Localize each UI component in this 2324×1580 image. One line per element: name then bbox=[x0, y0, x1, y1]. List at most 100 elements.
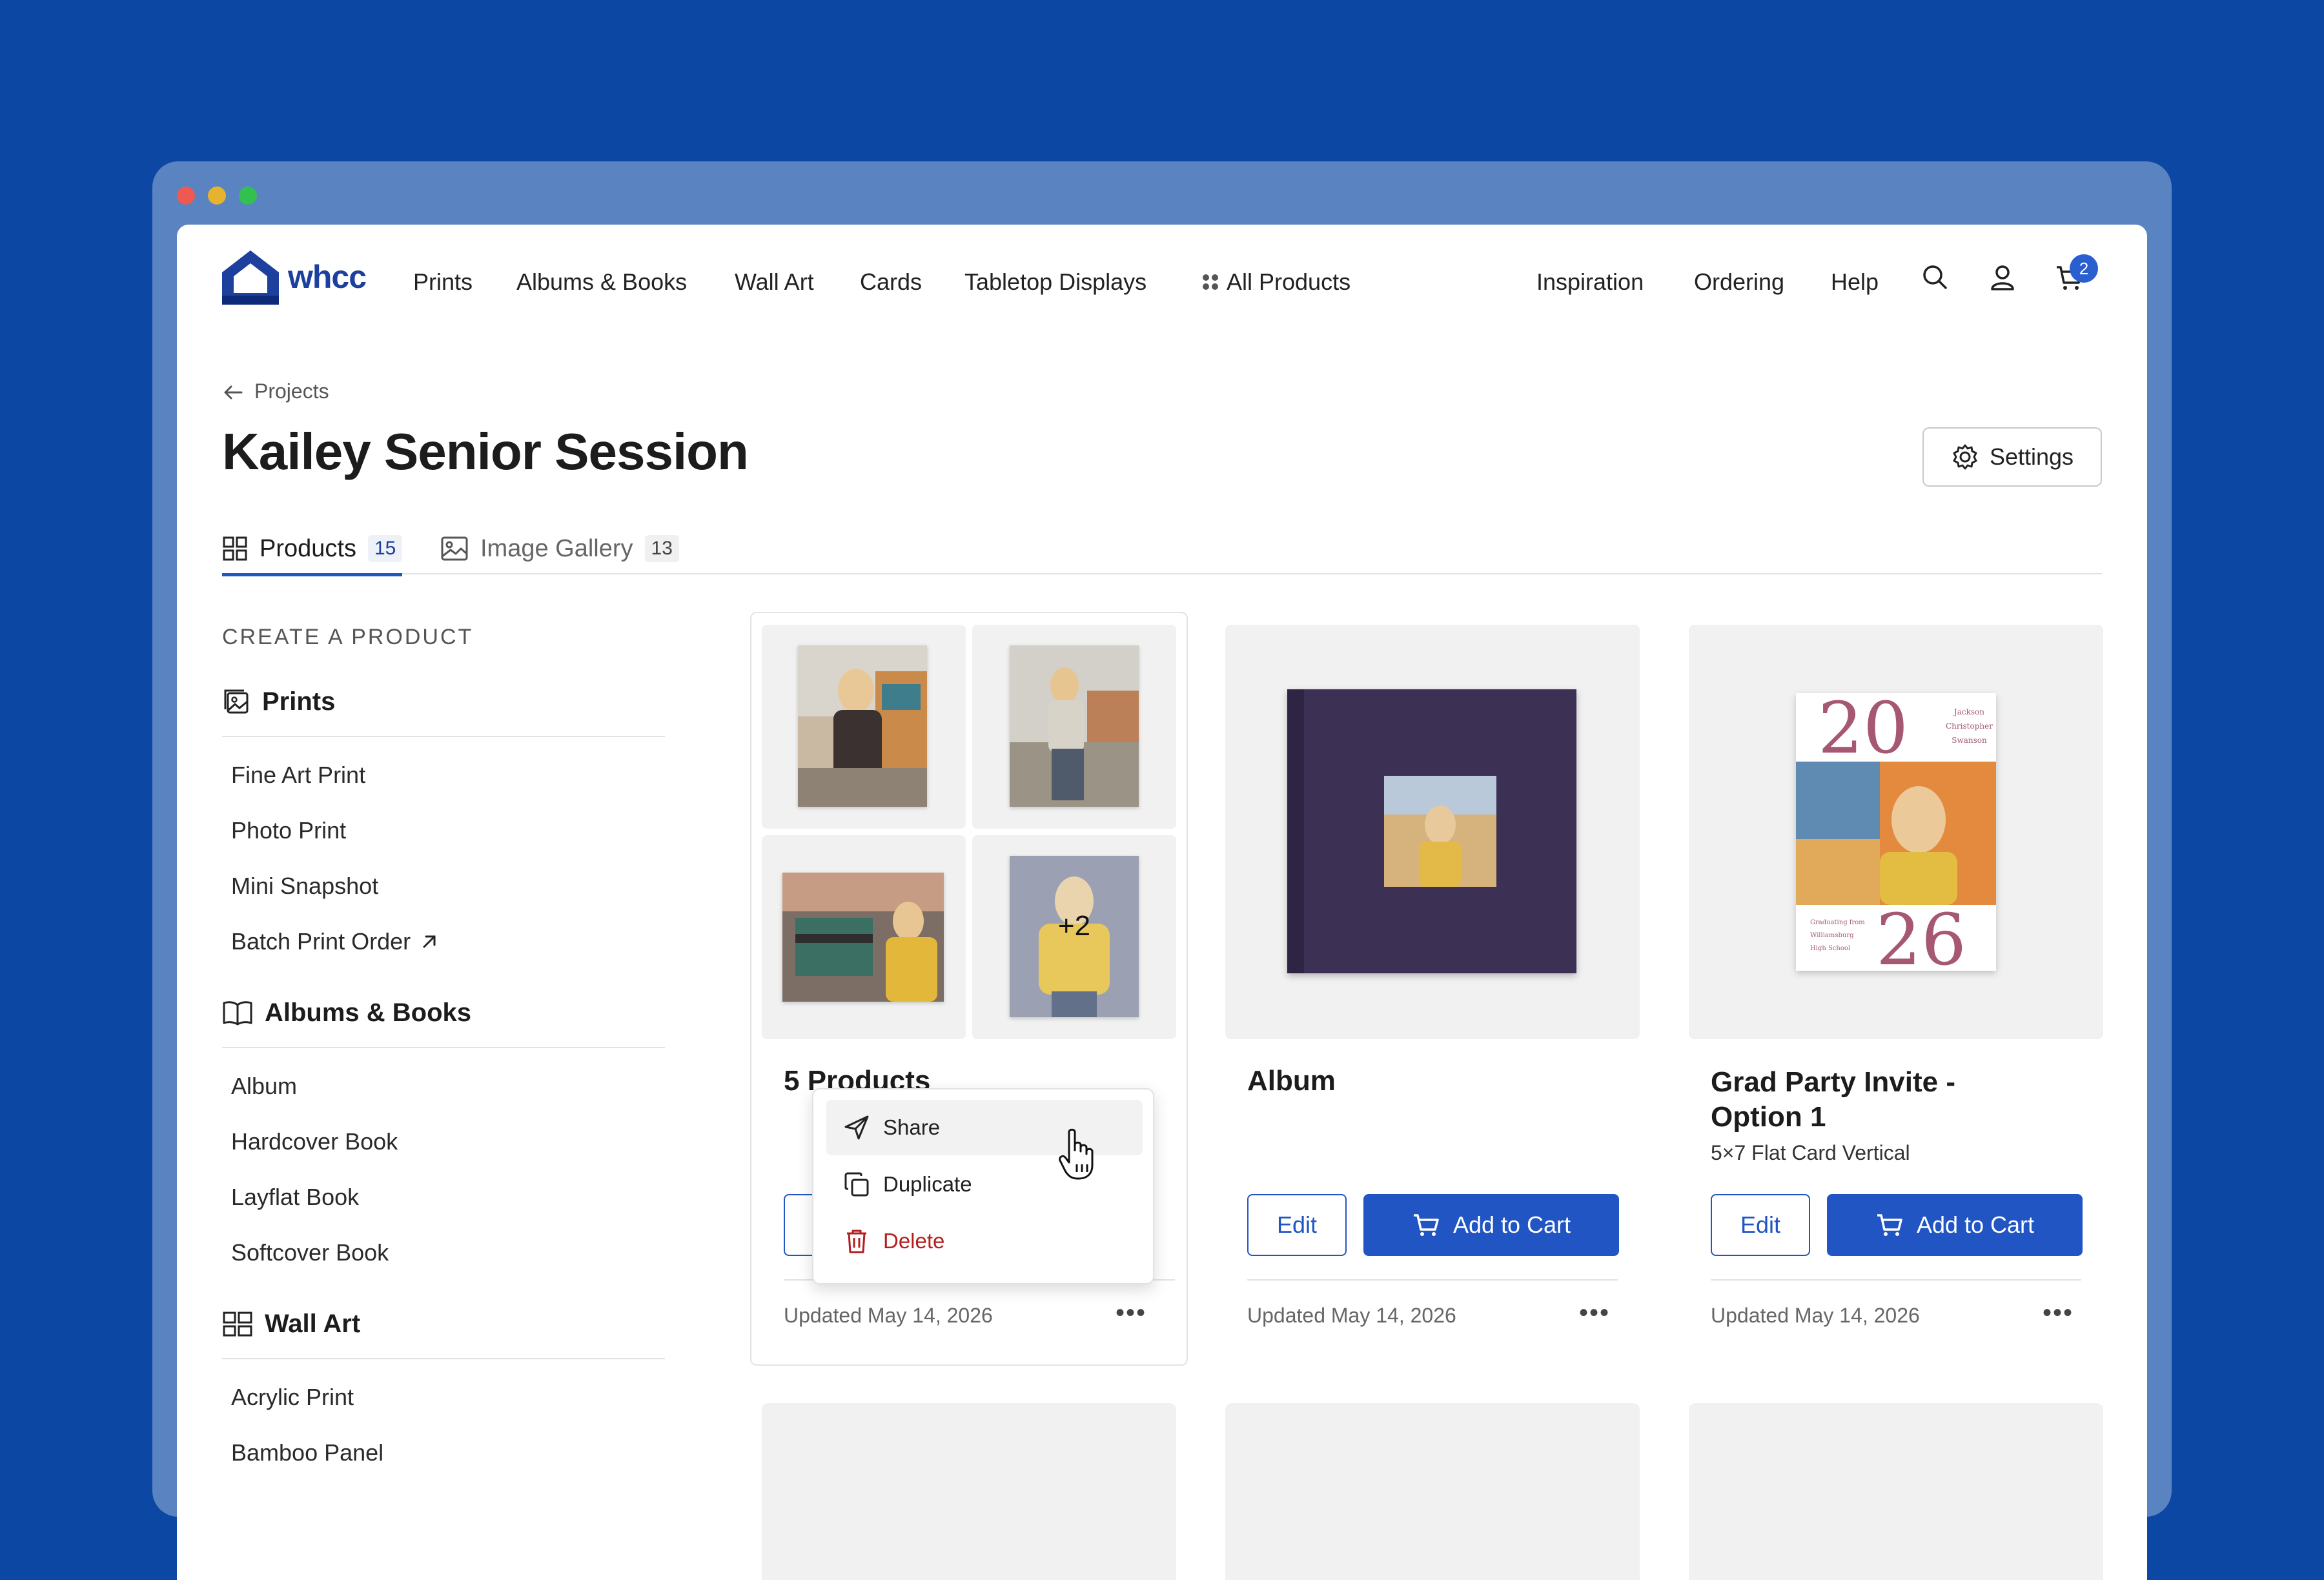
more-options-button[interactable]: ••• bbox=[2043, 1299, 2074, 1328]
context-menu: Share Duplicate Delete bbox=[812, 1088, 1154, 1284]
more-options-button[interactable]: ••• bbox=[1579, 1299, 1610, 1328]
page-title: Kailey Senior Session bbox=[222, 423, 749, 480]
card-updated-invite: Updated May 14, 2026 bbox=[1711, 1304, 1920, 1327]
maximize-window-dot[interactable] bbox=[239, 187, 257, 205]
card-divider bbox=[1711, 1279, 2081, 1281]
account-icon[interactable] bbox=[1986, 261, 2019, 294]
grid-dots-icon bbox=[1203, 274, 1218, 290]
menu-item-delete-label: Delete bbox=[883, 1229, 945, 1253]
hand-cursor-icon bbox=[1059, 1128, 1094, 1180]
card-title-invite: Grad Party Invite - Option 1 bbox=[1711, 1066, 1956, 1133]
create-product-heading: CREATE A PRODUCT bbox=[222, 625, 474, 649]
close-window-dot[interactable] bbox=[177, 187, 195, 205]
album-cover bbox=[1287, 689, 1576, 973]
page: whcc Prints Albums & Books Wall Art Card… bbox=[177, 225, 2147, 1580]
nav-tabletop-displays[interactable]: Tabletop Displays bbox=[964, 268, 1147, 296]
menu-item-share-label: Share bbox=[883, 1115, 941, 1139]
tab-products-count: 15 bbox=[367, 535, 403, 562]
cart-icon bbox=[1877, 1214, 1902, 1236]
nav-cards[interactable]: Cards bbox=[860, 268, 922, 296]
image-icon bbox=[441, 536, 468, 561]
cart-icon bbox=[1413, 1214, 1439, 1236]
search-icon[interactable] bbox=[1919, 261, 1952, 294]
category-albums-books-label: Albums & Books bbox=[265, 998, 472, 1027]
category-divider bbox=[222, 1047, 665, 1048]
invite-photo bbox=[1796, 762, 1996, 905]
logo-text[interactable]: whcc bbox=[288, 258, 367, 296]
nav-albums-books[interactable]: Albums & Books bbox=[516, 268, 687, 296]
nav-wall-art[interactable]: Wall Art bbox=[735, 268, 814, 296]
invite-footer-line: Williamsburg bbox=[1810, 932, 1854, 939]
more-options-button[interactable]: ••• bbox=[1116, 1299, 1147, 1328]
sidebar-item-batch-print-order[interactable]: Batch Print Order bbox=[231, 928, 439, 955]
nav-all-products[interactable]: All Products bbox=[1201, 268, 1351, 296]
invite-card: 20 Jackson Christopher Swanson Graduatin… bbox=[1796, 693, 1996, 971]
tab-image-gallery-label: Image Gallery bbox=[480, 534, 633, 562]
invite-names: Jackson Christopher Swanson bbox=[1946, 705, 1993, 747]
category-divider bbox=[222, 736, 665, 737]
invite-name-line: Christopher bbox=[1946, 722, 1993, 731]
product-card-placeholder[interactable] bbox=[1689, 1403, 2103, 1580]
settings-label: Settings bbox=[1989, 443, 2074, 470]
category-prints[interactable]: Prints bbox=[222, 687, 335, 716]
edit-button-album[interactable]: Edit bbox=[1247, 1194, 1347, 1256]
category-divider bbox=[222, 1358, 665, 1359]
tabs-divider bbox=[222, 573, 2102, 574]
prints-icon bbox=[224, 689, 249, 714]
wall-art-icon bbox=[223, 1312, 252, 1337]
sidebar-item-layflat-book[interactable]: Layflat Book bbox=[231, 1184, 359, 1211]
edit-button-invite[interactable]: Edit bbox=[1711, 1194, 1810, 1256]
portrait-photo bbox=[1010, 645, 1139, 807]
category-albums-books[interactable]: Albums & Books bbox=[222, 998, 471, 1028]
product-card-placeholder[interactable] bbox=[1225, 1403, 1640, 1580]
invite-image: 20 Jackson Christopher Swanson Graduatin… bbox=[1689, 625, 2103, 1039]
edit-button-partial[interactable] bbox=[784, 1194, 816, 1256]
category-wall-art[interactable]: Wall Art bbox=[222, 1309, 360, 1339]
sidebar-item-acrylic-print[interactable]: Acrylic Print bbox=[231, 1384, 354, 1411]
invite-year-top: 20 bbox=[1818, 693, 1908, 769]
tab-products-label: Products bbox=[260, 534, 356, 562]
sidebar-item-mini-snapshot[interactable]: Mini Snapshot bbox=[231, 873, 378, 900]
bundle-thumb-4: +2 bbox=[972, 835, 1176, 1039]
settings-button[interactable]: Settings bbox=[1922, 427, 2102, 487]
menu-item-duplicate-label: Duplicate bbox=[883, 1172, 972, 1196]
sidebar-item-hardcover-book[interactable]: Hardcover Book bbox=[231, 1128, 398, 1155]
sidebar-item-fine-art-print[interactable]: Fine Art Print bbox=[231, 762, 365, 789]
nav-ordering[interactable]: Ordering bbox=[1694, 268, 1784, 296]
add-to-cart-label: Add to Cart bbox=[1916, 1211, 2035, 1238]
card-updated-bundle: Updated May 14, 2026 bbox=[784, 1304, 993, 1327]
category-prints-label: Prints bbox=[262, 687, 336, 716]
add-to-cart-button-album[interactable]: Add to Cart bbox=[1363, 1194, 1619, 1256]
tab-image-gallery-count: 13 bbox=[644, 535, 679, 562]
sidebar-item-softcover-book[interactable]: Softcover Book bbox=[231, 1239, 389, 1266]
nav-all-products-label: All Products bbox=[1227, 268, 1351, 295]
tab-image-gallery[interactable]: Image Gallery 13 bbox=[440, 524, 679, 573]
add-to-cart-button-invite[interactable]: Add to Cart bbox=[1827, 1194, 2083, 1256]
sidebar-item-photo-print[interactable]: Photo Print bbox=[231, 817, 346, 844]
nav-help[interactable]: Help bbox=[1831, 268, 1879, 296]
trash-icon bbox=[847, 1230, 866, 1253]
card-updated-album: Updated May 14, 2026 bbox=[1247, 1304, 1456, 1327]
send-icon bbox=[844, 1115, 869, 1140]
invite-footer-line: Graduating from bbox=[1810, 919, 1865, 926]
album-image bbox=[1225, 625, 1640, 1039]
browser-window: whcc Prints Albums & Books Wall Art Card… bbox=[152, 161, 2172, 1580]
invite-name-line: Swanson bbox=[1952, 736, 1987, 745]
bundle-thumb-3 bbox=[762, 835, 966, 1039]
whcc-logo-icon[interactable] bbox=[222, 250, 279, 305]
card-divider bbox=[1247, 1279, 1618, 1281]
sidebar-item-bamboo-panel[interactable]: Bamboo Panel bbox=[231, 1439, 383, 1466]
tab-products[interactable]: Products 15 bbox=[222, 524, 403, 576]
minimize-window-dot[interactable] bbox=[208, 187, 226, 205]
breadcrumb[interactable]: Projects bbox=[222, 380, 329, 403]
card-subtitle-invite: 5×7 Flat Card Vertical bbox=[1711, 1141, 1910, 1164]
portrait-photo bbox=[798, 645, 927, 807]
nav-prints[interactable]: Prints bbox=[413, 268, 473, 296]
menu-item-delete[interactable]: Delete bbox=[826, 1213, 1143, 1269]
sidebar-item-album[interactable]: Album bbox=[231, 1073, 297, 1100]
add-to-cart-label: Add to Cart bbox=[1452, 1211, 1571, 1238]
external-link-icon bbox=[423, 935, 436, 948]
arrow-left-icon bbox=[224, 385, 243, 400]
nav-inspiration[interactable]: Inspiration bbox=[1536, 268, 1644, 296]
product-card-placeholder[interactable] bbox=[762, 1403, 1176, 1580]
